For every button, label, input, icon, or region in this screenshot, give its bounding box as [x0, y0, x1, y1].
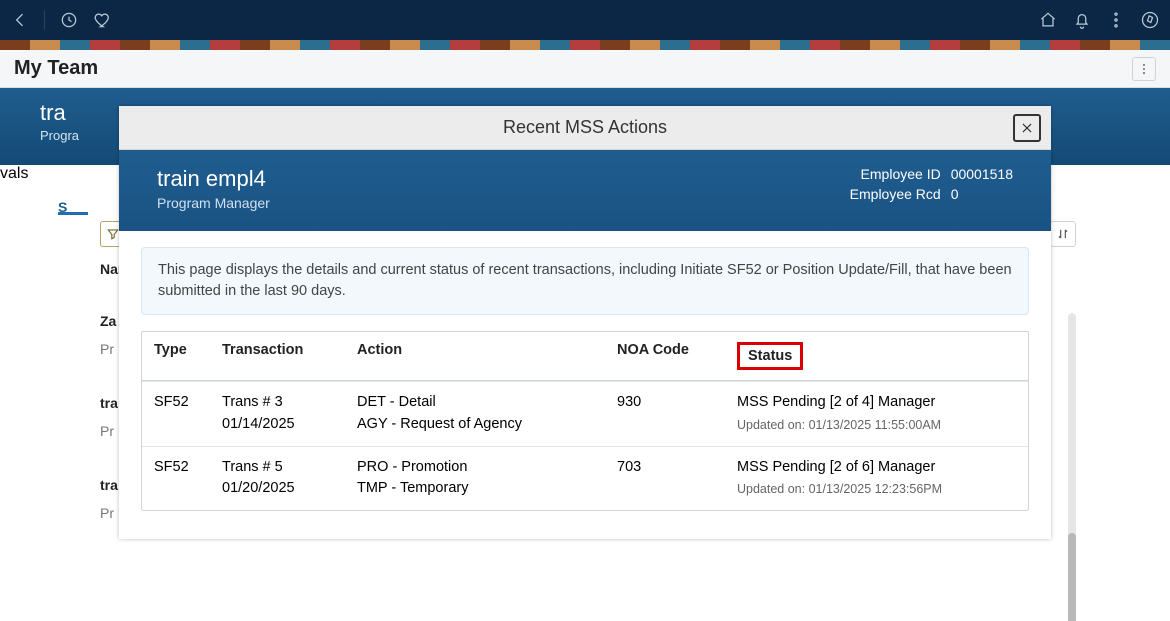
page-title: My Team — [14, 57, 98, 80]
col-status: Status — [737, 342, 803, 370]
list-item[interactable]: tra — [100, 477, 118, 493]
close-button[interactable] — [1013, 114, 1041, 142]
scrollbar-thumb[interactable] — [1068, 533, 1076, 621]
notifications-icon[interactable] — [1072, 10, 1092, 30]
decorative-strip — [0, 40, 1170, 50]
col-action: Action — [357, 342, 617, 358]
cell-type: SF52 — [154, 392, 222, 414]
cell-type: SF52 — [154, 457, 222, 479]
tab-summary[interactable]: S — [58, 199, 88, 215]
list-item-sub: Pr — [100, 341, 114, 357]
emp-id-value: 00001518 — [951, 166, 1013, 182]
favorite-icon[interactable] — [93, 10, 113, 30]
employee-title: Program Manager — [157, 195, 831, 211]
nav-divider — [44, 10, 45, 30]
scrollbar[interactable] — [1068, 313, 1076, 621]
transactions-table: Type Transaction Action NOA Code Status … — [141, 331, 1029, 511]
col-noa: NOA Code — [617, 342, 737, 358]
emp-rcd-value: 0 — [951, 186, 959, 202]
table-header: Type Transaction Action NOA Code Status — [142, 332, 1028, 381]
col-type: Type — [154, 342, 222, 358]
dialog-title: Recent MSS Actions — [503, 117, 667, 138]
table-row: SF52 Trans # 5 01/20/2025 PRO - Promotio… — [142, 446, 1028, 511]
recent-mss-actions-dialog: Recent MSS Actions train empl4 Program M… — [119, 106, 1051, 539]
sort-button[interactable] — [1050, 221, 1076, 247]
table-row: SF52 Trans # 3 01/14/2025 DET - Detail A… — [142, 381, 1028, 446]
list-item-sub: Pr — [100, 423, 114, 439]
cell-status: MSS Pending [2 of 6] Manager Updated on:… — [737, 457, 1016, 500]
list-item-sub: Pr — [100, 505, 114, 521]
dialog-body: This page displays the details and curre… — [119, 231, 1051, 539]
cell-noa: 703 — [617, 457, 737, 479]
home-icon[interactable] — [1038, 10, 1058, 30]
emp-rcd-label: Employee Rcd — [831, 186, 941, 202]
back-icon[interactable] — [10, 10, 30, 30]
info-banner: This page displays the details and curre… — [141, 247, 1029, 315]
cell-action: DET - Detail AGY - Request of Agency — [357, 392, 617, 436]
page-actions-icon[interactable] — [1132, 57, 1156, 81]
emp-id-label: Employee ID — [831, 166, 941, 182]
list-item[interactable]: tra — [100, 395, 118, 411]
actions-icon[interactable] — [1106, 10, 1126, 30]
dialog-banner: train empl4 Program Manager Employee ID 0… — [119, 150, 1051, 231]
cell-action: PRO - Promotion TMP - Temporary — [357, 457, 617, 501]
dialog-header: Recent MSS Actions — [119, 106, 1051, 150]
cell-noa: 930 — [617, 392, 737, 414]
cell-status: MSS Pending [2 of 4] Manager Updated on:… — [737, 392, 1016, 435]
cell-transaction: Trans # 5 01/20/2025 — [222, 457, 357, 501]
employee-name: train empl4 — [157, 166, 831, 192]
cell-transaction: Trans # 3 01/14/2025 — [222, 392, 357, 436]
global-nav — [0, 0, 1170, 40]
compass-icon[interactable] — [1140, 10, 1160, 30]
recent-icon[interactable] — [59, 10, 79, 30]
page-header: My Team — [0, 50, 1170, 88]
col-transaction: Transaction — [222, 342, 357, 358]
list-item[interactable]: Za — [100, 313, 116, 329]
